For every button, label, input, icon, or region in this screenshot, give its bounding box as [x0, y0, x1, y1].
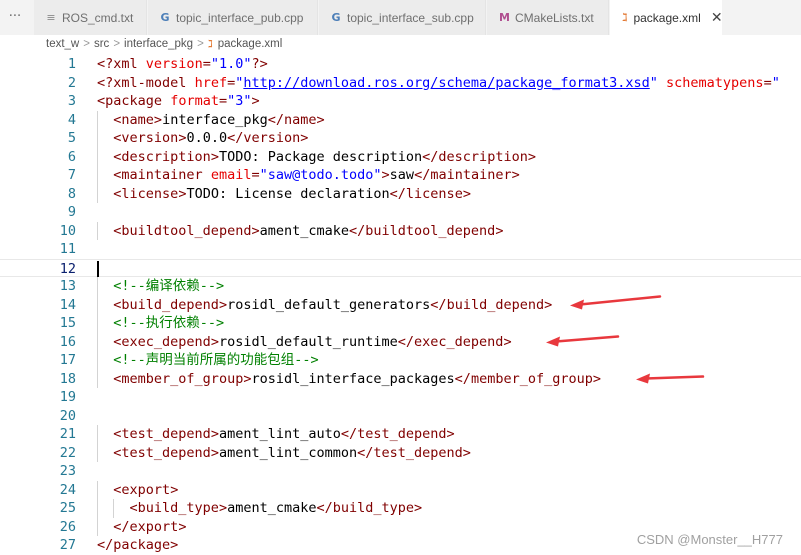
breadcrumb-item[interactable]: src [94, 38, 109, 50]
breadcrumb: text_w > src > interface_pkg > ℷ package.xml [0, 35, 801, 53]
more-tabs-button[interactable]: ··· [0, 0, 30, 35]
red-arrow-annotation [636, 373, 705, 384]
annotation-arrows [546, 295, 705, 384]
tab-label: topic_interface_sub.cpp [347, 10, 474, 25]
breadcrumb-separator: > [197, 38, 204, 50]
cpp-file-icon: G [160, 11, 170, 24]
watermark: CSDN @Monster__H777 [636, 532, 783, 547]
close-icon[interactable]: ✕ [711, 10, 722, 26]
cmake-file-icon: M [499, 11, 510, 24]
tab-topic-interface-pub[interactable]: G topic_interface_pub.cpp [148, 0, 318, 35]
tab-ros-cmd[interactable]: ≡ ROS_cmd.txt [34, 0, 147, 35]
breadcrumb-separator: > [83, 38, 90, 50]
red-arrow-annotation [570, 295, 662, 310]
code-editor[interactable]: 1 <?xml version="1.0"?> 2 <?xml-model href=… [0, 53, 801, 555]
tab-label: ROS_cmd.txt [62, 10, 134, 25]
tab-cmakelists[interactable]: M CMakeLists.txt [487, 0, 609, 35]
text-file-icon: ≡ [46, 11, 56, 24]
rss-xml-file-icon: ℷ [207, 39, 213, 50]
tab-topic-interface-sub[interactable]: G topic_interface_sub.cpp [319, 0, 486, 35]
breadcrumb-item[interactable]: interface_pkg [124, 38, 193, 50]
breadcrumb-separator: > [113, 38, 121, 50]
breadcrumb-item[interactable]: package.xml [218, 38, 283, 50]
rss-xml-file-icon: ℷ [622, 11, 628, 24]
tab-label: package.xml [633, 10, 701, 25]
tab-package-xml[interactable]: ℷ package.xml ✕ [610, 0, 722, 35]
tab-label: topic_interface_pub.cpp [176, 10, 304, 25]
breadcrumb-item[interactable]: text_w [46, 38, 79, 50]
cpp-file-icon: G [331, 11, 341, 24]
red-arrow-annotation [546, 335, 620, 347]
tab-label: CMakeLists.txt [515, 10, 594, 25]
tab-bar: ··· ≡ ROS_cmd.txt G topic_interface_pub.… [0, 0, 801, 35]
